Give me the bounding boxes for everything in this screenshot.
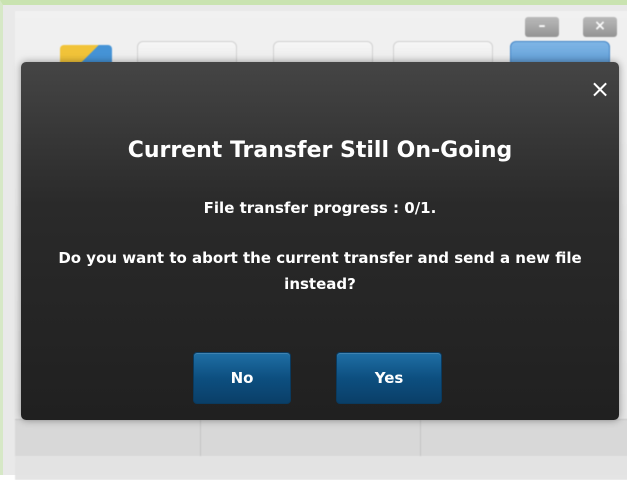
window-close-button[interactable]: ×	[583, 17, 617, 37]
transfer-dialog: × Current Transfer Still On-Going File t…	[21, 62, 619, 420]
abort-question-text: Do you want to abort the current transfe…	[58, 249, 582, 293]
bottom-divider	[200, 420, 201, 456]
yes-button[interactable]: Yes	[336, 352, 442, 404]
minimize-button[interactable]: –	[525, 17, 559, 37]
bottom-bar	[15, 419, 627, 456]
dialog-title: Current Transfer Still On-Going	[127, 138, 513, 163]
no-button[interactable]: No	[193, 352, 291, 404]
transfer-progress-text: File transfer progress : 0/1.	[203, 199, 437, 217]
bottom-divider	[420, 420, 421, 456]
close-icon[interactable]: ×	[589, 77, 611, 101]
